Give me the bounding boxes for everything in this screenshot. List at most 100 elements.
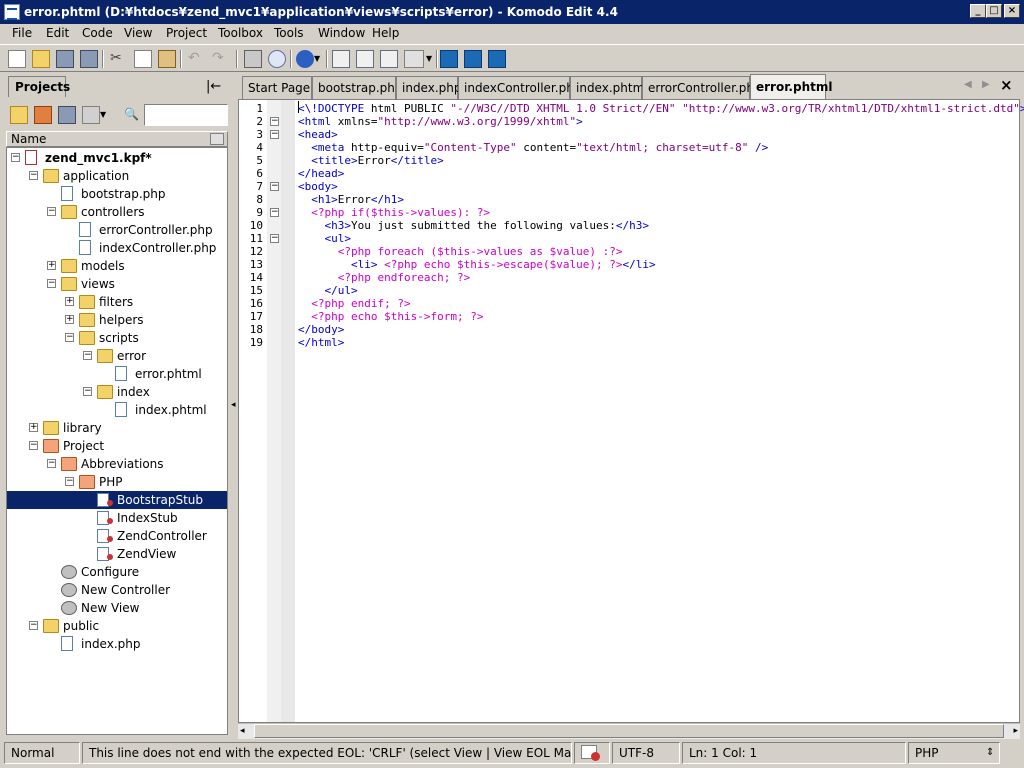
tree-item[interactable]: − index	[7, 383, 227, 401]
open-folder-icon[interactable]	[32, 50, 50, 68]
code-line[interactable]: <h1>Error</h1>	[298, 193, 404, 206]
print-icon[interactable]	[244, 50, 262, 68]
project-filter-input[interactable]	[144, 104, 228, 126]
tree-item[interactable]: New Controller	[7, 581, 227, 599]
tree-item[interactable]: + library	[7, 419, 227, 437]
code-line[interactable]: <head>	[298, 128, 338, 141]
code-line[interactable]: </html>	[298, 336, 344, 349]
code-line[interactable]: </ul>	[298, 284, 358, 297]
code-line[interactable]: <?php endforeach; ?>	[298, 271, 470, 284]
tree-item[interactable]: bootstrap.php	[7, 185, 227, 203]
code-line[interactable]: </head>	[298, 167, 344, 180]
cut-icon[interactable]: ✂	[110, 50, 128, 68]
menu-file[interactable]: File	[12, 26, 32, 40]
toggle-right-pane-icon[interactable]	[380, 50, 398, 68]
redo-icon[interactable]: ↷	[212, 50, 230, 68]
new-project-icon[interactable]	[10, 106, 28, 124]
collapse-pane-icon[interactable]: |←	[206, 79, 221, 94]
tree-item[interactable]: BootstrapStub	[7, 491, 227, 509]
minimize-button[interactable]: _	[970, 4, 986, 18]
pane-splitter[interactable]: ◂	[230, 74, 236, 736]
tab-next-icon[interactable]: ▶	[982, 79, 990, 90]
code-area[interactable]: <\!DOCTYPE html PUBLIC "-//W3C//DTD XHTM…	[298, 100, 1024, 722]
fold-toggle-icon[interactable]: −	[270, 117, 279, 126]
tree-item[interactable]: − PHP	[7, 473, 227, 491]
expand-toggle-icon[interactable]: +	[29, 423, 38, 432]
code-line[interactable]: <?php endif; ?>	[298, 297, 410, 310]
menu-tools[interactable]: Tools	[274, 26, 304, 40]
code-line[interactable]: <body>	[298, 180, 338, 193]
collapse-toggle-icon[interactable]: −	[29, 621, 38, 630]
fold-toggle-icon[interactable]: −	[270, 234, 279, 243]
code-line[interactable]: <?php foreach ($this->values as $value) …	[298, 245, 623, 258]
add-item-icon[interactable]	[82, 106, 100, 124]
chevron-down-icon[interactable]: ▼	[426, 54, 434, 72]
komodo-app-icon[interactable]	[4, 4, 20, 20]
tree-item[interactable]: − zend_mvc1.kpf*	[7, 149, 227, 167]
tree-item[interactable]: − public	[7, 617, 227, 635]
tree-item[interactable]: + filters	[7, 293, 227, 311]
expand-toggle-icon[interactable]: +	[65, 315, 74, 324]
tree-item[interactable]: index.php	[7, 635, 227, 653]
code-line[interactable]: <html xmlns="http://www.w3.org/1999/xhtm…	[298, 115, 583, 128]
tree-item[interactable]: − controllers	[7, 203, 227, 221]
tree-item[interactable]: − scripts	[7, 329, 227, 347]
tree-item[interactable]: − views	[7, 275, 227, 293]
collapse-toggle-icon[interactable]: −	[47, 279, 56, 288]
fold-toggle-icon[interactable]: −	[270, 182, 279, 191]
code-line[interactable]: </body>	[298, 323, 344, 336]
collapse-toggle-icon[interactable]: −	[29, 171, 38, 180]
menu-window[interactable]: Window	[318, 26, 365, 40]
collapse-toggle-icon[interactable]: −	[47, 207, 56, 216]
chevron-down-icon[interactable]: ▼	[100, 110, 108, 128]
collapse-toggle-icon[interactable]: −	[65, 477, 74, 486]
tab-start-page[interactable]: Start Page	[242, 76, 312, 99]
fold-toggle-icon[interactable]: −	[270, 208, 279, 217]
save-icon[interactable]	[56, 50, 74, 68]
tab-index-phtml[interactable]: index.phtml	[570, 76, 648, 99]
scroll-left-icon[interactable]: ◂	[240, 726, 245, 736]
tree-item[interactable]: + models	[7, 257, 227, 275]
tree-item[interactable]: index.phtml	[7, 401, 227, 419]
collapse-toggle-icon[interactable]: −	[47, 459, 56, 468]
chevron-down-icon[interactable]: ▼	[314, 54, 322, 72]
tab-bootstrap-php[interactable]: bootstrap.php	[312, 76, 403, 99]
tab-prev-icon[interactable]: ◀	[964, 79, 972, 90]
tab-errorcontroller-php[interactable]: errorController.php	[642, 76, 762, 99]
collapse-toggle-icon[interactable]: −	[65, 333, 74, 342]
tree-item[interactable]: New View	[7, 599, 227, 617]
preview-icon[interactable]	[268, 50, 286, 68]
scrollbar-thumb[interactable]	[254, 724, 1004, 738]
toggle-left-pane-icon[interactable]	[332, 50, 350, 68]
menu-view[interactable]: View	[124, 26, 152, 40]
save-project-icon[interactable]	[58, 106, 76, 124]
tree-item[interactable]: − application	[7, 167, 227, 185]
code-line[interactable]: <title>Error</title>	[298, 154, 443, 167]
tree-item[interactable]: + helpers	[7, 311, 227, 329]
tab-projects[interactable]: Projects	[8, 76, 70, 97]
code-line[interactable]: <meta http-equiv="Content-Type" content=…	[298, 141, 768, 154]
komodo-toolbox-icon[interactable]	[440, 50, 458, 68]
scroll-right-icon[interactable]: ▸	[1013, 726, 1018, 736]
fold-margin[interactable]: − − − − −	[267, 100, 281, 722]
close-tab-icon[interactable]: ×	[1000, 76, 1013, 94]
tree-column-header[interactable]: Name	[6, 131, 228, 147]
new-file-icon[interactable]	[8, 50, 26, 68]
undo-icon[interactable]: ↶	[188, 50, 206, 68]
menu-toolbox[interactable]: Toolbox	[218, 26, 263, 40]
collapse-toggle-icon[interactable]: −	[83, 351, 92, 360]
collapse-toggle-icon[interactable]: −	[83, 387, 92, 396]
collapse-toggle-icon[interactable]: −	[11, 153, 20, 162]
code-line[interactable]: <h3>You just submitted the following val…	[298, 219, 650, 232]
komodo-community-icon[interactable]	[464, 50, 482, 68]
tab-index-php[interactable]: index.php	[396, 76, 461, 99]
macro-icon[interactable]	[404, 50, 424, 68]
tree-item[interactable]: − error	[7, 347, 227, 365]
tree-item[interactable]: IndexStub	[7, 509, 227, 527]
tree-item[interactable]: ZendController	[7, 527, 227, 545]
tree-item[interactable]: Configure	[7, 563, 227, 581]
tree-item[interactable]: − Abbreviations	[7, 455, 227, 473]
menu-project[interactable]: Project	[166, 26, 207, 40]
tree-item[interactable]: − Project	[7, 437, 227, 455]
copy-icon[interactable]	[134, 50, 152, 68]
